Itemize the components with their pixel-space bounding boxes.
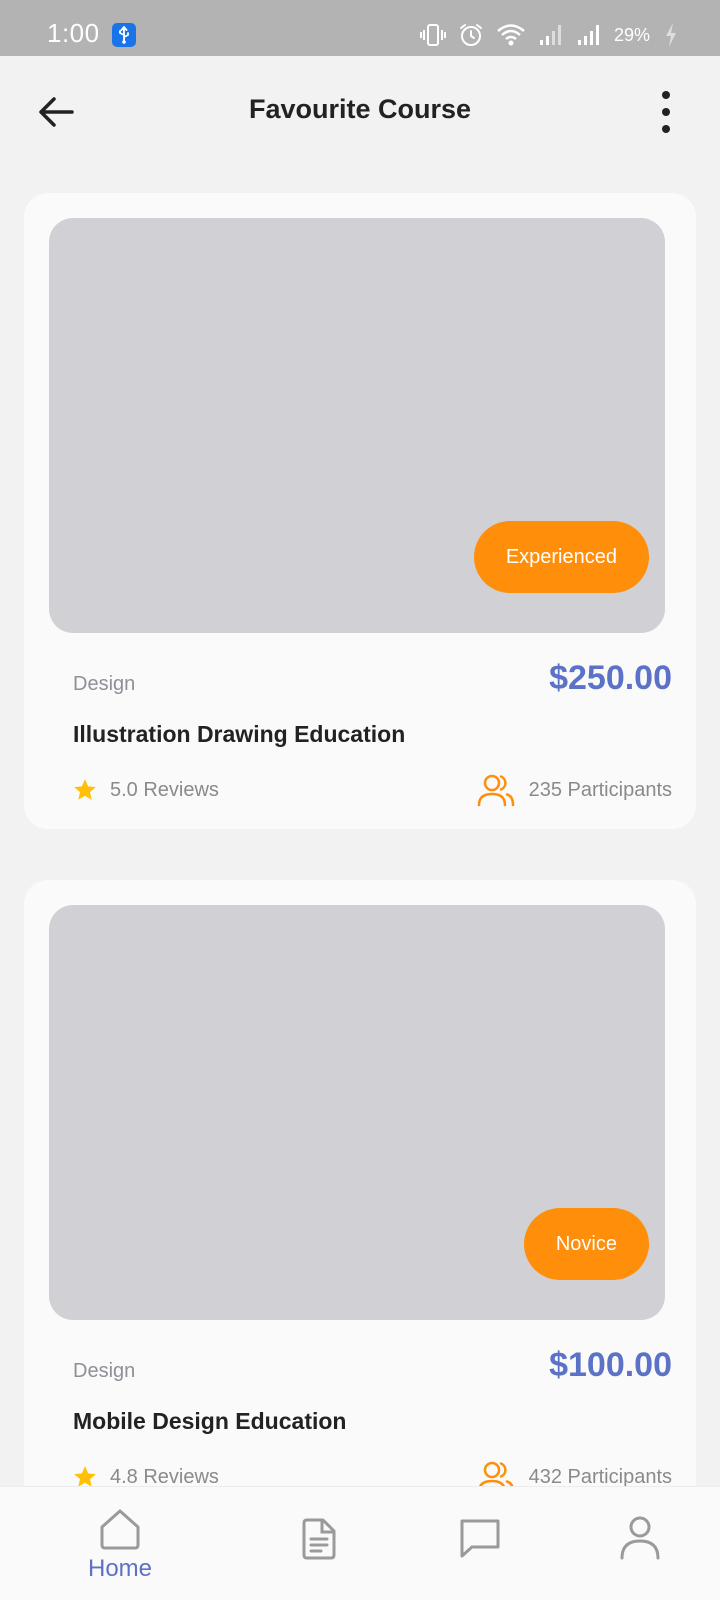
signal-icon	[538, 23, 564, 47]
user-icon	[620, 1516, 660, 1560]
reviews-text: 5.0 Reviews	[110, 778, 219, 801]
course-thumbnail: Experienced	[49, 218, 665, 633]
wifi-icon	[496, 22, 526, 48]
course-card[interactable]: Novice Design $100.00 Mobile Design Educ…	[24, 880, 696, 1516]
course-title: Mobile Design Education	[73, 1408, 347, 1434]
participants-text: 235 Participants	[528, 778, 672, 801]
nav-chat[interactable]	[420, 1487, 540, 1600]
more-vertical-icon	[662, 91, 670, 133]
app-header: Favourite Course	[0, 56, 720, 166]
nav-documents[interactable]	[259, 1487, 379, 1600]
nav-home-label: Home	[87, 1555, 153, 1582]
battery-charging-icon	[664, 22, 678, 48]
course-price: $250.00	[549, 659, 672, 697]
document-icon	[302, 1518, 336, 1560]
page-title: Favourite Course	[248, 94, 472, 124]
level-badge: Experienced	[473, 521, 649, 593]
home-icon	[100, 1509, 140, 1550]
status-time: 1:00	[47, 18, 100, 48]
course-price: $100.00	[549, 1346, 672, 1384]
course-category: Design	[73, 1360, 136, 1382]
users-icon	[477, 774, 514, 807]
battery-percent: 29%	[613, 24, 650, 45]
course-card[interactable]: Experienced Design $250.00 Illustration …	[24, 193, 696, 829]
course-participants: 235 Participants	[477, 773, 672, 807]
more-options-button[interactable]	[656, 88, 676, 136]
bottom-nav: Home	[0, 1486, 720, 1600]
course-reviews: 5.0 Reviews	[72, 777, 219, 803]
course-title: Illustration Drawing Education	[73, 721, 406, 747]
nav-profile[interactable]	[580, 1487, 700, 1600]
course-category: Design	[73, 673, 136, 695]
signal-icon	[576, 23, 602, 47]
nav-home[interactable]: Home	[60, 1487, 180, 1600]
course-thumbnail: Novice	[49, 905, 665, 1320]
vibrate-icon	[419, 22, 446, 48]
level-badge: Novice	[523, 1208, 649, 1280]
chat-icon	[460, 1519, 500, 1558]
usb-icon	[112, 23, 136, 47]
alarm-icon	[458, 22, 484, 48]
status-bar: 1:00 29%	[0, 0, 720, 56]
star-icon	[74, 779, 96, 800]
